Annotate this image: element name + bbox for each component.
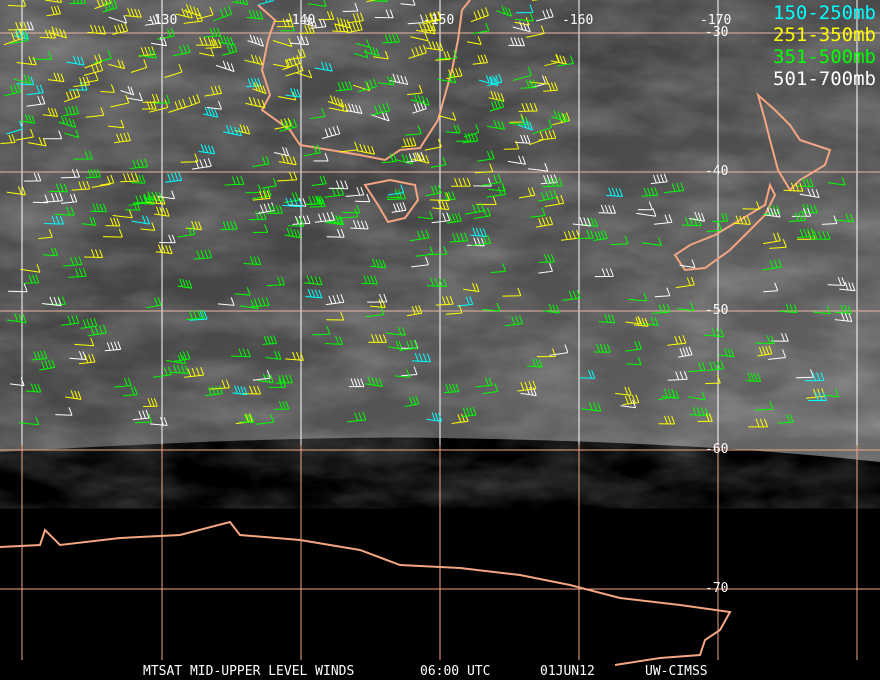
legend-item-501-700: 501-700mb bbox=[773, 68, 876, 90]
lon-label: -160 bbox=[562, 13, 594, 28]
map-canvas bbox=[0, 0, 880, 666]
time-label: 06:00 UTC bbox=[420, 664, 491, 679]
date-label: 01JUN12 bbox=[540, 664, 595, 679]
lon-label: -130 bbox=[146, 13, 178, 28]
source-label: UW-CIMSS bbox=[645, 664, 708, 679]
lat-label: -50 bbox=[705, 303, 729, 318]
legend-item-351-500: 351-500mb bbox=[773, 46, 876, 68]
lat-label: -40 bbox=[705, 164, 729, 179]
lon-label: -140 bbox=[284, 13, 316, 28]
legend-item-150-250: 150-250mb bbox=[773, 2, 876, 24]
lat-label: -60 bbox=[705, 442, 729, 457]
legend-item-251-350: 251-350mb bbox=[773, 24, 876, 46]
coastline-antarctica bbox=[0, 520, 732, 666]
satellite-wind-map: -130 -140 -150 -160 -170 -30 -40 -50 -60… bbox=[0, 0, 880, 680]
lat-label: -30 bbox=[705, 25, 729, 40]
lon-label: -150 bbox=[423, 13, 455, 28]
product-title: MTSAT MID-UPPER LEVEL WINDS bbox=[143, 664, 355, 679]
lat-label: -70 bbox=[705, 581, 729, 596]
pressure-legend: 150-250mb 251-350mb 351-500mb 501-700mb bbox=[773, 2, 876, 90]
